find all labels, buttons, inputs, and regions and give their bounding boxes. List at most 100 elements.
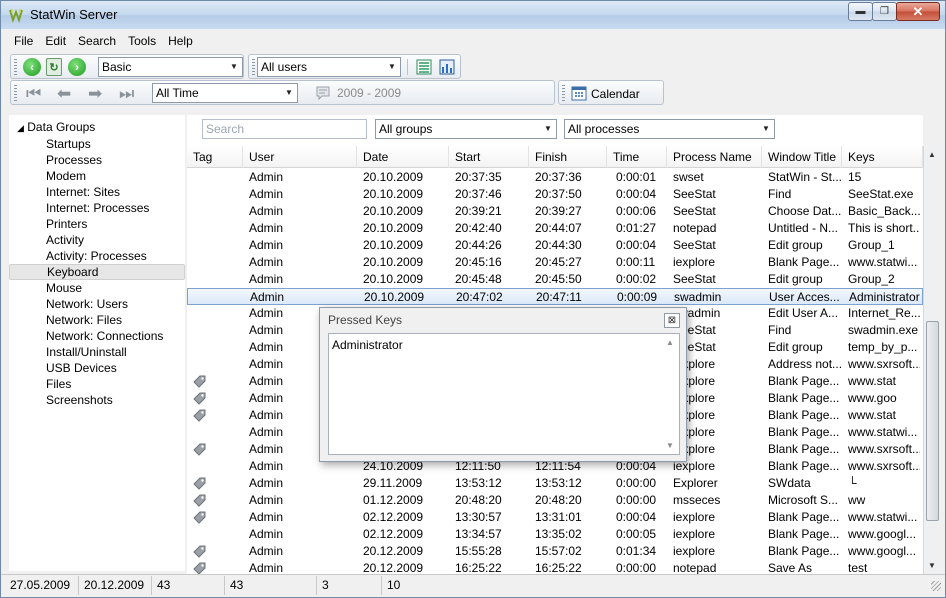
scroll-down-icon[interactable]: ▼	[924, 557, 940, 574]
column-header-date[interactable]: Date	[357, 146, 449, 168]
pressed-keys-textarea[interactable]: Administrator ▲ ▼	[328, 333, 680, 455]
sidebar-item-install-uninstall[interactable]: Install/Uninstall	[9, 344, 185, 360]
sidebar-item-internet-processes[interactable]: Internet: Processes	[9, 200, 185, 216]
table-row[interactable]: Admin 20.12.2009 16:25:22 16:25:22 0:00:00 no…	[187, 560, 923, 574]
sidebar-item-network-users[interactable]: Network: Users	[9, 296, 185, 312]
sidebar-item-printers[interactable]: Printers	[9, 216, 185, 232]
cell-user: Admin	[249, 204, 284, 218]
cell-start: 20:39:21	[455, 204, 502, 218]
refresh-button[interactable]: ↻	[46, 58, 62, 76]
search-input[interactable]: Search	[202, 119, 367, 139]
next-record-icon[interactable]: ➡	[88, 84, 102, 104]
menu-file[interactable]: File	[8, 31, 39, 53]
sidebar-item-modem[interactable]: Modem	[9, 168, 185, 184]
menu-edit[interactable]: Edit	[39, 31, 72, 53]
cell-process: iexplore	[673, 544, 716, 558]
users-combo[interactable]: All users ▼	[257, 57, 401, 77]
scroll-down-icon[interactable]: ▼	[666, 441, 674, 450]
chart-view-icon[interactable]	[439, 59, 455, 75]
sidebar-item-mouse[interactable]: Mouse	[9, 280, 185, 296]
sidebar-item-internet-sites[interactable]: Internet: Sites	[9, 184, 185, 200]
column-header-finish[interactable]: Finish	[529, 146, 607, 168]
period-combo[interactable]: All Time ▼	[152, 83, 298, 103]
table-row[interactable]: Admin 20.10.2009 20:45:16 20:45:27 0:00:11 ie…	[187, 254, 923, 271]
cell-finish: 20:48:20	[535, 493, 582, 507]
cell-start: 20:42:40	[455, 221, 502, 235]
table-row[interactable]: Admin 20.10.2009 20:39:21 20:39:27 0:00:06 Se…	[187, 203, 923, 220]
scroll-up-icon[interactable]: ▲	[924, 146, 940, 163]
table-row[interactable]: Admin 20.12.2009 15:55:28 15:57:02 0:01:34 ie…	[187, 543, 923, 560]
last-record-icon[interactable]: ⏭	[119, 84, 134, 104]
sidebar-item-activity-processes[interactable]: Activity: Processes	[9, 248, 185, 264]
sidebar-item-files[interactable]: Files	[9, 376, 185, 392]
table-row[interactable]: Admin 20.10.2009 20:44:26 20:44:30 0:00:04 Se…	[187, 237, 923, 254]
calendar-label: Calendar	[591, 87, 640, 101]
column-header-start[interactable]: Start	[449, 146, 529, 168]
table-row[interactable]: Admin 20.10.2009 20:37:46 20:37:50 0:00:04 Se…	[187, 186, 923, 203]
sidebar-item-usb-devices[interactable]: USB Devices	[9, 360, 185, 376]
cell-user: Admin	[250, 290, 285, 304]
back-button[interactable]: ‹	[23, 58, 41, 76]
toolbar-grip[interactable]	[14, 59, 17, 75]
column-header-user[interactable]: User	[243, 146, 357, 168]
tree-root-data-groups[interactable]: ◢ Data Groups	[17, 120, 95, 134]
cell-title: Blank Page...	[768, 442, 840, 456]
title-bar[interactable]: StatWin Server ▬ ❐ ✕	[1, 1, 945, 29]
table-row[interactable]: Admin 20.10.2009 20:37:35 20:37:36 0:00:01 sw…	[187, 169, 923, 186]
sidebar-item-keyboard[interactable]: Keyboard	[9, 264, 185, 280]
previous-record-icon[interactable]: ⬅	[57, 84, 71, 104]
sidebar-item-screenshots[interactable]: Screenshots	[9, 392, 185, 408]
forward-button[interactable]: ›	[68, 58, 86, 76]
toolbar-grip[interactable]	[14, 85, 17, 101]
cell-time: 0:01:34	[616, 544, 657, 558]
close-button[interactable]: ✕	[896, 2, 940, 21]
resize-grip-icon[interactable]	[931, 581, 941, 591]
table-row[interactable]: Admin 20.10.2009 20:47:02 20:47:11 0:00:09 sw…	[187, 288, 923, 305]
groups-filter-combo[interactable]: All groups ▼	[375, 119, 557, 139]
cell-title: Untitled - N...	[768, 221, 839, 235]
menu-search[interactable]: Search	[72, 31, 122, 53]
first-record-icon[interactable]: ⏮	[26, 84, 41, 104]
cell-user: Admin	[249, 561, 284, 574]
cell-date: 02.12.2009	[363, 510, 424, 524]
cell-time: 0:00:09	[617, 290, 658, 304]
table-row[interactable]: Admin 02.12.2009 13:30:57 13:31:01 0:00:04 ie…	[187, 509, 923, 526]
sidebar-item-network-connections[interactable]: Network: Connections	[9, 328, 185, 344]
table-row[interactable]: Admin 20.10.2009 20:42:40 20:44:07 0:01:27 no…	[187, 220, 923, 237]
column-header-tag[interactable]: Tag	[187, 146, 243, 168]
sidebar-item-startups[interactable]: Startups	[9, 136, 185, 152]
menu-help[interactable]: Help	[162, 31, 199, 53]
scroll-up-icon[interactable]: ▲	[666, 338, 674, 347]
toolbar-grip[interactable]	[562, 85, 565, 101]
column-header-process-name[interactable]: Process Name	[667, 146, 762, 168]
cell-keys: └	[848, 476, 857, 490]
column-header-time[interactable]: Time	[607, 146, 667, 168]
menu-tools[interactable]: Tools	[122, 31, 162, 53]
maximize-button[interactable]: ❐	[872, 2, 897, 21]
table-row[interactable]: Admin 20.10.2009 20:45:48 20:45:50 0:00:02 Se…	[187, 271, 923, 288]
toolbar-grip[interactable]	[252, 59, 255, 75]
sidebar-item-activity[interactable]: Activity	[9, 232, 185, 248]
list-view-icon[interactable]	[416, 59, 432, 75]
scroll-thumb[interactable]	[926, 321, 939, 521]
cell-time: 0:00:02	[616, 272, 657, 286]
sidebar-item-network-files[interactable]: Network: Files	[9, 312, 185, 328]
cell-keys: www.statwi...	[848, 425, 918, 439]
table-row[interactable]: Admin 01.12.2009 20:48:20 20:48:20 0:00:00 ms…	[187, 492, 923, 509]
processes-filter-combo[interactable]: All processes ▼	[564, 119, 775, 139]
cell-date: 01.12.2009	[363, 493, 424, 507]
column-header-window-title[interactable]: Window Title	[762, 146, 842, 168]
table-vertical-scrollbar[interactable]: ▲ ▼	[923, 146, 940, 574]
popup-close-button[interactable]: ⊠	[664, 313, 680, 328]
view-mode-combo[interactable]: Basic ▼	[98, 57, 243, 77]
sidebar-item-processes[interactable]: Processes	[9, 152, 185, 168]
calendar-button[interactable]: Calendar	[569, 83, 661, 103]
minimize-button[interactable]: ▬	[848, 2, 873, 21]
popup-scrollbar[interactable]: ▲ ▼	[663, 334, 679, 454]
table-row[interactable]: Admin 29.11.2009 13:53:12 13:53:12 0:00:00 Ex…	[187, 475, 923, 492]
cell-title: StatWin - St...	[768, 170, 842, 184]
column-header-keys[interactable]: Keys	[842, 146, 923, 168]
table-row[interactable]: Admin 02.12.2009 13:34:57 13:35:02 0:00:05 ie…	[187, 526, 923, 543]
collapse-triangle-icon[interactable]: ◢	[17, 123, 24, 133]
cell-finish: 16:25:22	[535, 561, 582, 574]
